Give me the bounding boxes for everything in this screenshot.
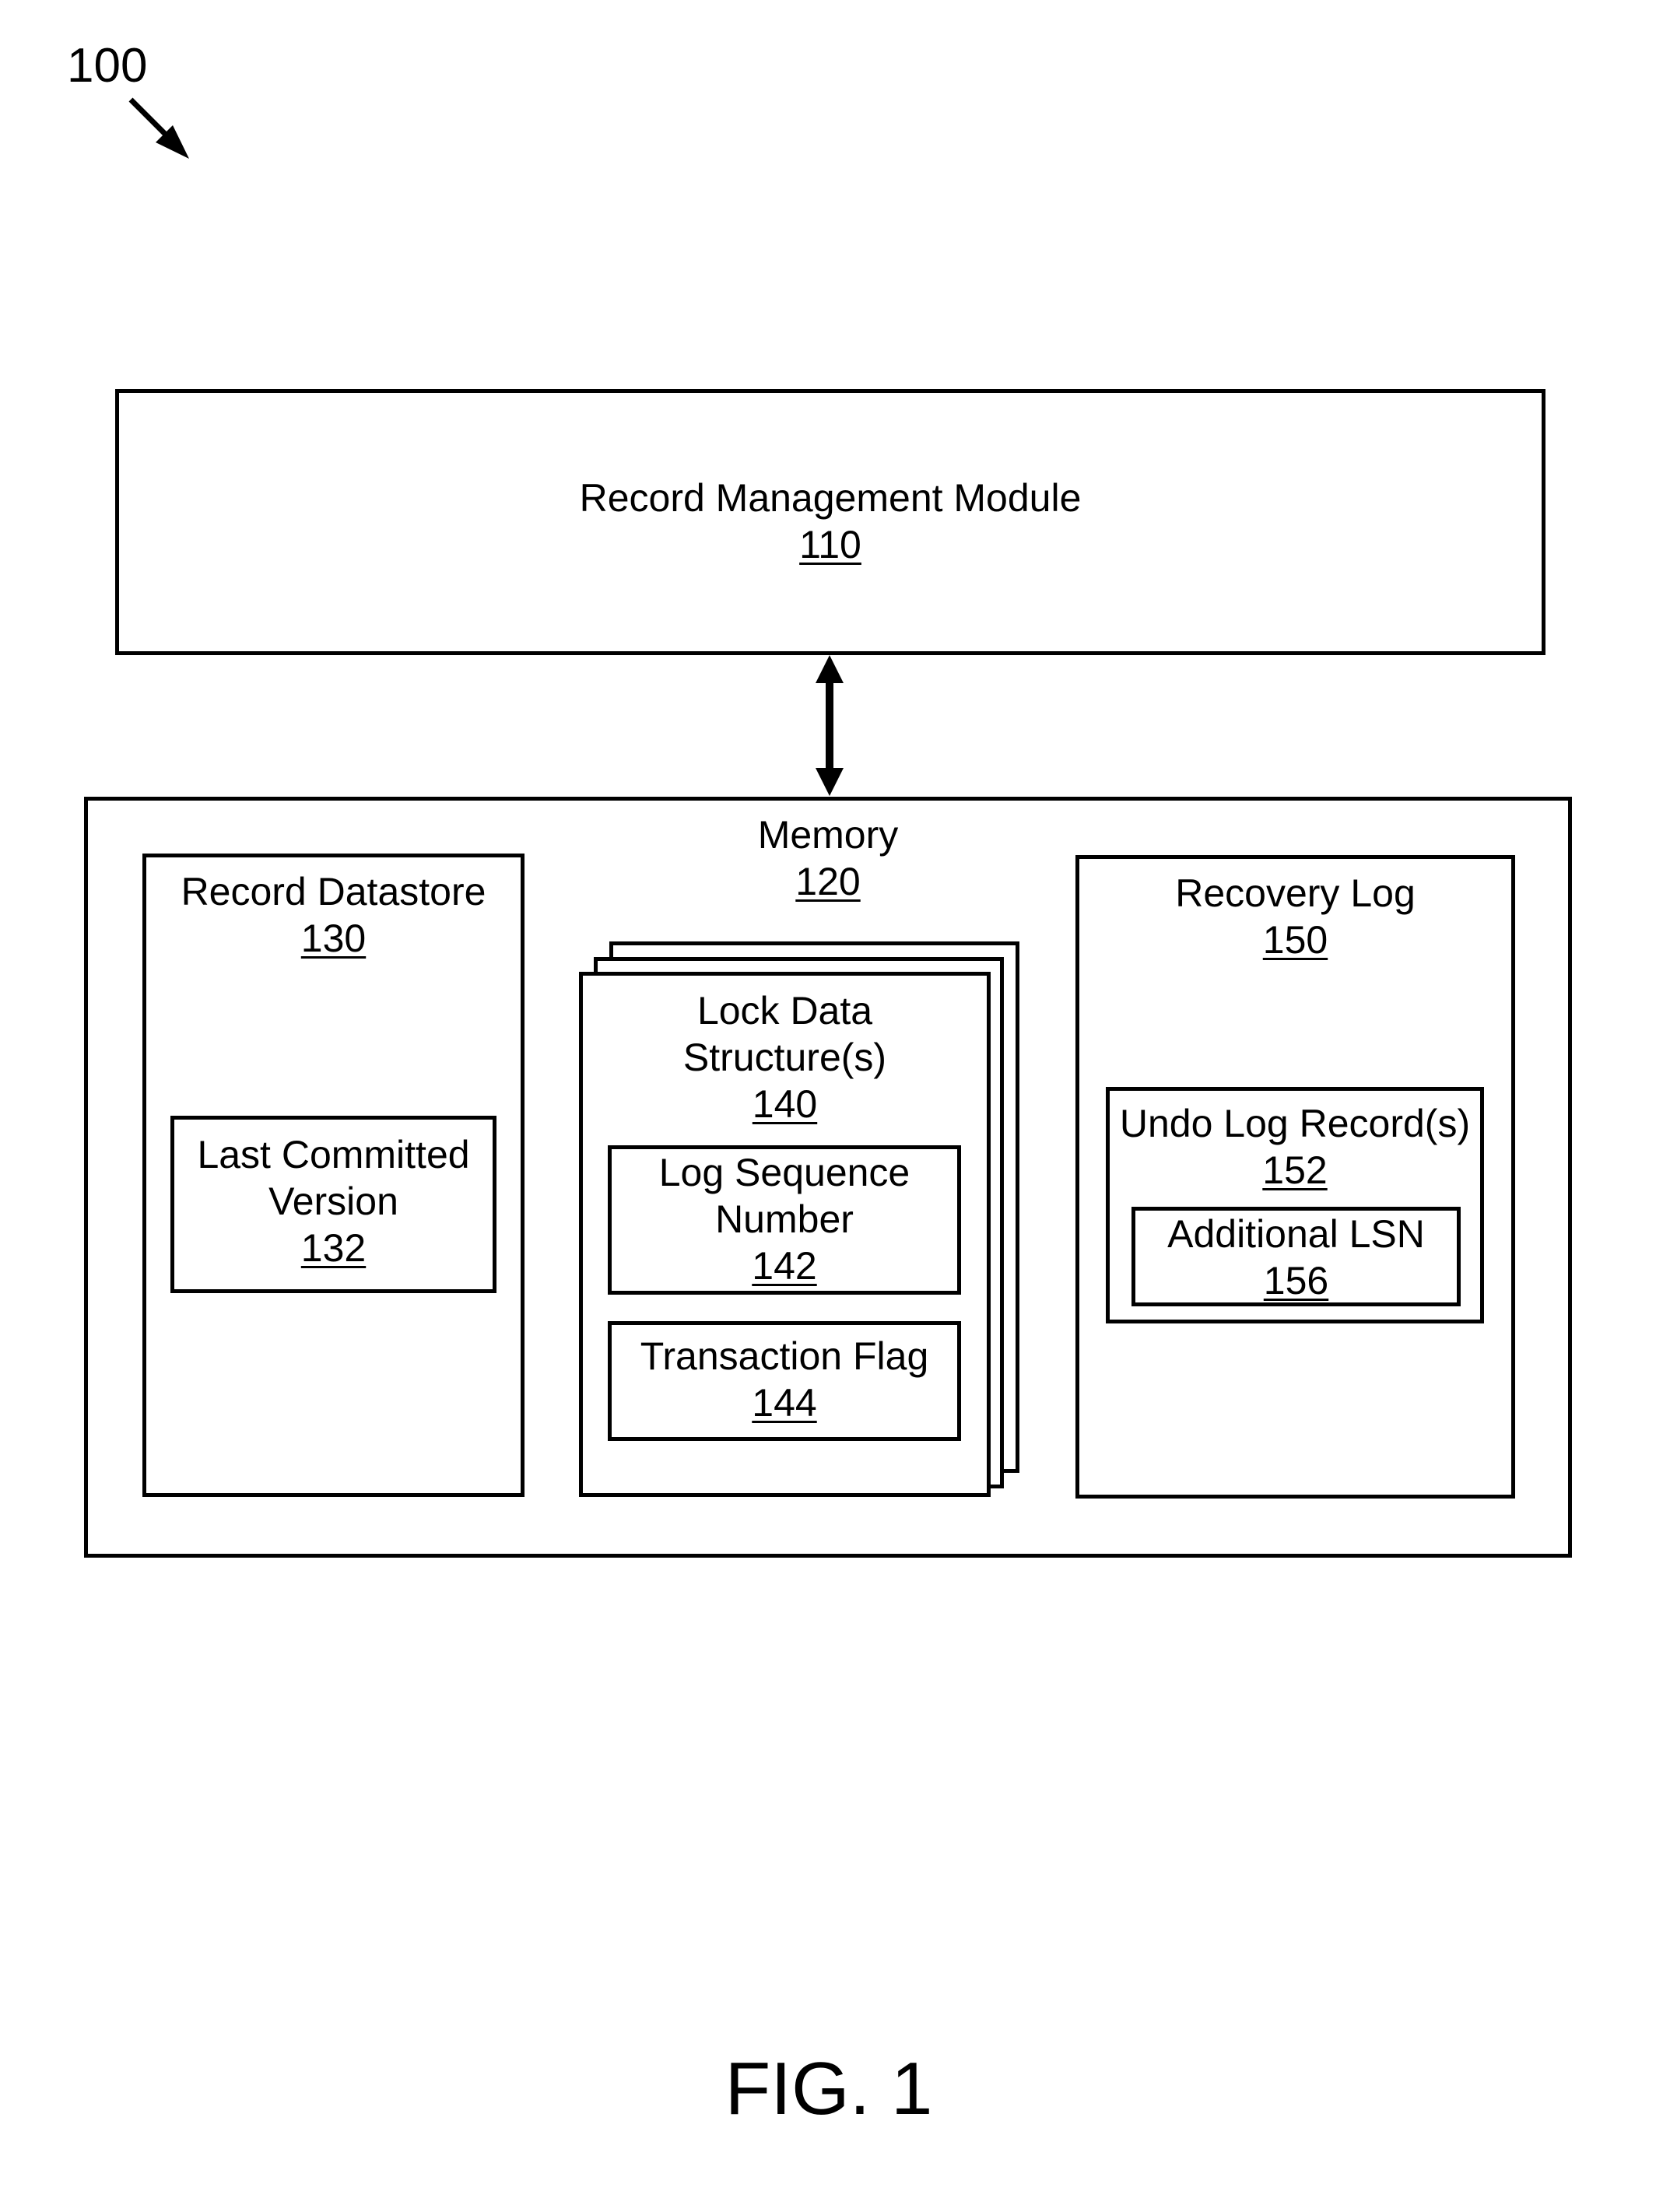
transaction-flag-ref: 144: [752, 1381, 817, 1425]
recovery-log-ref: 150: [1262, 918, 1328, 962]
transaction-flag-label: Transaction Flag: [640, 1334, 929, 1378]
log-sequence-number-label-line1: Log Sequence: [658, 1151, 910, 1194]
record-management-module-box: Record Management Module 110: [115, 389, 1545, 655]
last-committed-version-ref: 132: [300, 1226, 367, 1270]
record-management-module-label: Record Management Module: [579, 476, 1082, 520]
additional-lsn-label: Additional LSN: [1167, 1212, 1425, 1256]
undo-log-records-label: Undo Log Record(s): [1119, 1102, 1471, 1145]
log-sequence-number-ref: 142: [752, 1244, 817, 1288]
figure-reference-number: 100: [67, 39, 148, 93]
additional-lsn-box: Additional LSN 156: [1131, 1207, 1461, 1306]
additional-lsn-ref: 156: [1263, 1259, 1329, 1302]
memory-label: Memory: [757, 813, 899, 857]
record-management-module-ref: 110: [799, 523, 861, 566]
pointer-arrow-head: [156, 125, 189, 159]
record-datastore-ref: 130: [300, 917, 367, 960]
record-datastore-label: Record Datastore: [181, 870, 486, 913]
last-committed-version-label-line2: Version: [268, 1180, 398, 1223]
memory-ref: 120: [795, 860, 861, 903]
log-sequence-number-label-line2: Number: [715, 1197, 854, 1241]
lock-data-structures-ref: 140: [752, 1082, 818, 1126]
log-sequence-number-box: Log Sequence Number 142: [608, 1145, 961, 1295]
undo-log-records-ref: 152: [1262, 1148, 1328, 1192]
transaction-flag-box: Transaction Flag 144: [608, 1321, 961, 1441]
connection-arrow-head-down: [816, 768, 844, 796]
figure-caption: FIG. 1: [724, 2047, 933, 2130]
last-committed-version-label-line1: Last Committed: [197, 1133, 470, 1176]
last-committed-version-box: Last Committed Version 132: [170, 1116, 496, 1293]
pointer-arrow-shaft: [128, 97, 175, 144]
recovery-log-label: Recovery Log: [1175, 871, 1416, 915]
lock-data-structures-label-line1: Lock Data: [696, 989, 873, 1032]
lock-data-structures-label-line2: Structure(s): [682, 1036, 887, 1079]
connection-arrow-head-up: [816, 655, 844, 683]
